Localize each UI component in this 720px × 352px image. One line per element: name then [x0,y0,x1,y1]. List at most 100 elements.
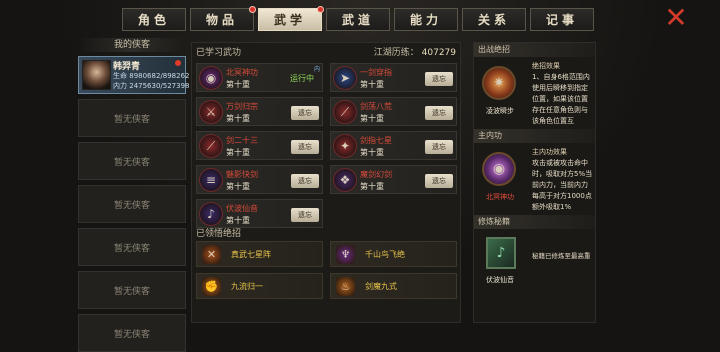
forget-button[interactable]: 遗忘 [425,140,453,154]
empty-hero-slot[interactable]: 暂无侠客 [78,99,186,137]
zhao-name: 千山鸟飞绝 [365,250,405,259]
skill-tag: 内 [313,66,320,73]
inner-box: ◉ 北冥神功 主内功效果 攻击或被攻击命中时，吸取对方5%当前内力，当前内力每高… [474,143,595,215]
tab-wudao[interactable]: 武道 [326,8,390,31]
sword-icon: ⚔ [199,100,223,124]
arrow-icon: ➤ [333,66,357,90]
skill-level: 第十重 [226,148,250,157]
learned-skills-title: 已学习武功 [196,47,242,58]
hero-mp: 内力 2475630/527398 [113,82,190,90]
skill-card[interactable]: ➤ 一剑穿指第十重 遗忘 [330,63,457,92]
skill-card[interactable]: ♪ 伏波仙音第十重 遗忘 [196,199,323,228]
skill-name: 剑指七星 [360,136,392,145]
skill-card[interactable]: ≡ 魅影快剑第十重 遗忘 [196,165,323,194]
strike-icon: ≡ [199,168,223,192]
hero-list-panel: 我的侠客 韩羿青 生命 8980682/898262 内力 2475630/52… [78,38,190,352]
close-icon[interactable]: ✕ [663,4,689,32]
music-icon: ♪ [199,202,223,226]
avatar [82,60,111,90]
book-icon[interactable]: ♪ [486,237,516,269]
skill-name: 魔剑幻剑 [360,170,392,179]
skill-name: 伏波仙音 [226,204,258,213]
feather-icon: ❖ [333,168,357,192]
tab-role[interactable]: 角色 [122,8,186,31]
forget-button[interactable]: 遗忘 [425,106,453,120]
hero-list-title: 我的侠客 [78,38,186,52]
zhao-card[interactable]: ✊ 九流归一 [196,273,323,299]
zhao-card[interactable]: ✕ 真武七星阵 [196,241,323,267]
skill-level: 第十重 [360,182,384,191]
skill-name: 万剑归宗 [226,102,258,111]
hero-hp: 生命 8980682/898262 [113,72,190,80]
bird-icon: ♆ [336,245,355,264]
skill-name: 魅影快剑 [226,170,258,179]
exp-readout: 江湖历练： 407279 [373,47,456,58]
skill-level: 第十重 [226,216,250,225]
zhao-name: 九流归一 [231,282,263,291]
skill-name: 剑二十三 [226,136,258,145]
inner-effect: 主内功效果 攻击或被攻击命中时，吸取对方5%当前内力，当前内力每高于对方1000… [532,148,593,211]
section-inner: 主内功 [474,129,595,143]
detail-panel: 出战绝招 ✷ 凌波瞬步 绝招效果 1、自身6格范围内使用后瞬移到指定位置，如果该… [473,42,596,323]
top-tab-bar: 角色 物品 武学 武道 能力 关系 记事 [122,6,594,31]
forget-button[interactable]: 遗忘 [425,72,453,86]
skill-level: 第十重 [226,182,250,191]
tab-martial-arts[interactable]: 武学 [258,6,324,31]
forget-button[interactable]: 遗忘 [425,174,453,188]
skills-header: 已学习武功 江湖历练： 407279 [192,43,460,59]
forget-button[interactable]: 遗忘 [291,106,319,120]
forget-button[interactable]: 遗忘 [291,174,319,188]
notification-dot [249,6,256,13]
notification-dot [175,60,181,66]
skill-card[interactable]: ✦ 剑指七星第十重 遗忘 [330,131,457,160]
skill-card[interactable]: ◉ 北冥神功 第十重 运行中内 [196,63,323,92]
skill-name: 一剑穿指 [360,68,392,77]
skills-panel: 已学习武功 江湖历练： 407279 ◉ 北冥神功 第十重 运行中内 ➤ 一剑穿指 第十重遗… [191,42,461,323]
skill-card[interactable]: ⚔ 万剑归宗第十重 遗忘 [196,97,323,126]
ultimate-name: 凌波瞬步 [486,107,514,115]
skill-card[interactable]: ⟋ 剑荡八荒第十重 遗忘 [330,97,457,126]
zhao-name: 剑魔九式 [365,282,397,291]
swirl-icon[interactable]: ◉ [482,152,516,186]
forget-button[interactable]: 遗忘 [291,140,319,154]
tab-journal[interactable]: 记事 [530,8,594,31]
empty-hero-slot[interactable]: 暂无侠客 [78,228,186,266]
empty-hero-slot[interactable]: 暂无侠客 [78,185,186,223]
swirl-icon: ◉ [199,66,223,90]
tab-items[interactable]: 物品 [190,6,256,31]
zhao-card[interactable]: ♆ 千山鸟飞绝 [330,241,457,267]
empty-hero-slot[interactable]: 暂无侠客 [78,142,186,180]
ultimate-box: ✷ 凌波瞬步 绝招效果 1、自身6格范围内使用后瞬移到指定位置，如果该位置存在任… [474,57,595,129]
flame-icon: ♨ [336,277,355,296]
slash-icon: ⟋ [333,100,357,124]
tab-relations[interactable]: 关系 [462,8,526,31]
skill-level: 第十重 [360,148,384,157]
skill-name: 剑荡八荒 [360,102,392,111]
tab-ability[interactable]: 能力 [394,8,458,31]
section-ultimate: 出战绝招 [474,43,595,57]
ultimate-effect: 绝招效果 1、自身6格范围内使用后瞬移到指定位置，如果该位置存在任意角色则与该角… [532,62,590,125]
zhao-card[interactable]: ♨ 剑魔九式 [330,273,457,299]
empty-hero-slot[interactable]: 暂无侠客 [78,314,186,352]
ultimate-icon[interactable]: ✷ [482,66,516,100]
skill-card[interactable]: ⟋ 剑二十三第十重 遗忘 [196,131,323,160]
book-box: ♪ 伏波仙音 秘籍已修炼至最高重 [474,229,595,301]
skill-name: 北冥神功 [226,68,258,77]
empty-hero-slot[interactable]: 暂无侠客 [78,271,186,309]
cross-swords-icon: ✕ [202,245,221,264]
fist-icon: ✊ [202,277,221,296]
star-icon: ✦ [333,134,357,158]
running-status: 运行中 [290,74,314,83]
notification-dot [317,6,324,13]
section-book: 修炼秘籍 [474,215,595,229]
skill-level: 第十重 [360,80,384,89]
book-status: 秘籍已修炼至最高重 [532,252,591,260]
skill-level: 第十重 [226,114,250,123]
forget-button[interactable]: 遗忘 [291,208,319,222]
book-name: 伏波仙音 [486,276,514,284]
blade-icon: ⟋ [199,134,223,158]
skill-card[interactable]: ❖ 魔剑幻剑第十重 遗忘 [330,165,457,194]
zhao-title: 已领悟绝招 [196,229,242,239]
skill-level: 第十重 [360,114,384,123]
hero-card-selected[interactable]: 韩羿青 生命 8980682/898262 内力 2475630/527398 [78,56,190,94]
